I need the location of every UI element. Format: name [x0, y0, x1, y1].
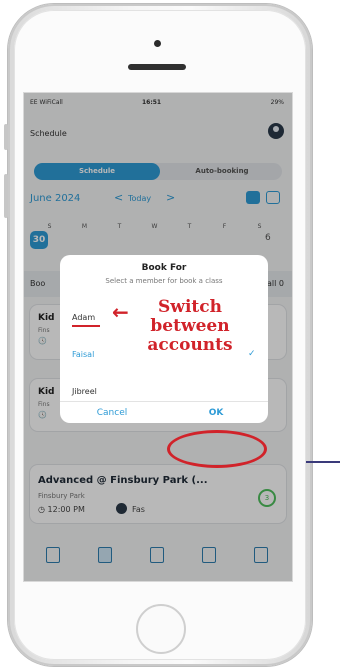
dialog-divider	[60, 401, 268, 402]
dialog-subtitle: Select a member for book a class	[105, 277, 223, 285]
annotation-text: Switch between accounts	[147, 297, 233, 355]
decorative-line	[306, 461, 340, 463]
annotation-arrow-icon: ←	[112, 300, 129, 324]
dialog-title: Book For	[141, 263, 187, 273]
member-option-faisal[interactable]: Faisal	[72, 350, 94, 359]
member-option-adam[interactable]: Adam	[72, 313, 95, 322]
speaker-icon	[128, 64, 186, 70]
annotation-underline	[72, 325, 100, 327]
cancel-button[interactable]: Cancel	[60, 403, 164, 423]
phone-side-button	[4, 174, 8, 218]
home-button[interactable]	[136, 604, 186, 654]
annotation-circle	[167, 430, 267, 468]
member-option-jibreel[interactable]: Jibreel	[72, 387, 97, 396]
ok-button[interactable]: OK	[164, 403, 268, 423]
phone-side-button	[4, 124, 8, 150]
camera-icon	[154, 40, 161, 47]
